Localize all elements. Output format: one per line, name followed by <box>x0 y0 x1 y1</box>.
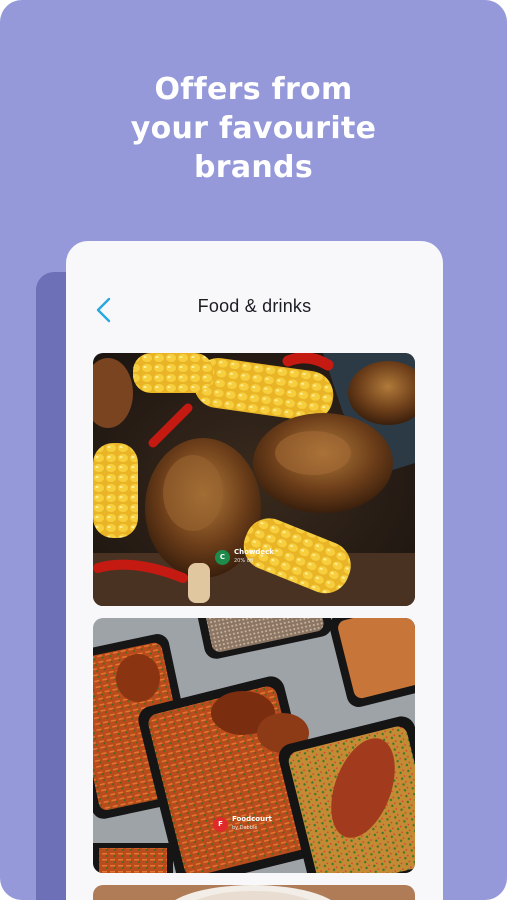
foodcourt-logo-icon: F <box>213 816 228 832</box>
offer-card-chowdeck[interactable]: C Chowdeck 20% off <box>93 353 415 606</box>
headline-line-1: Offers from <box>154 72 353 107</box>
offer-card-peek[interactable] <box>93 885 415 900</box>
headline: Offers from your favourite brands <box>0 70 507 187</box>
screen-title: Food & drinks <box>197 296 312 316</box>
phone-mockup: Food & drinks C Chowdeck 20% off F Foodc… <box>66 241 443 900</box>
brand-name: Chowdeck <box>234 548 274 556</box>
brand-tag-chowdeck: C Chowdeck 20% off <box>215 548 274 566</box>
offer-card-foodcourt[interactable]: F Foodcourt by Dabble <box>93 618 415 873</box>
brand-sub: 20% off <box>234 558 254 564</box>
offer-image-grilled-chicken <box>93 353 415 606</box>
offer-image-meal-boxes <box>93 618 415 873</box>
brand-sub: by Dabble <box>232 825 258 831</box>
chowdeck-logo-icon: C <box>215 549 230 565</box>
offer-image-peek <box>93 885 415 900</box>
app-header: Food & drinks <box>66 241 443 351</box>
headline-line-3: brands <box>193 150 313 185</box>
headline-line-2: your favourite <box>130 111 377 146</box>
brand-name: Foodcourt <box>232 815 272 823</box>
promo-screen: Offers from your favourite brands Food &… <box>0 0 507 900</box>
brand-tag-foodcourt: F Foodcourt by Dabble <box>213 815 272 833</box>
